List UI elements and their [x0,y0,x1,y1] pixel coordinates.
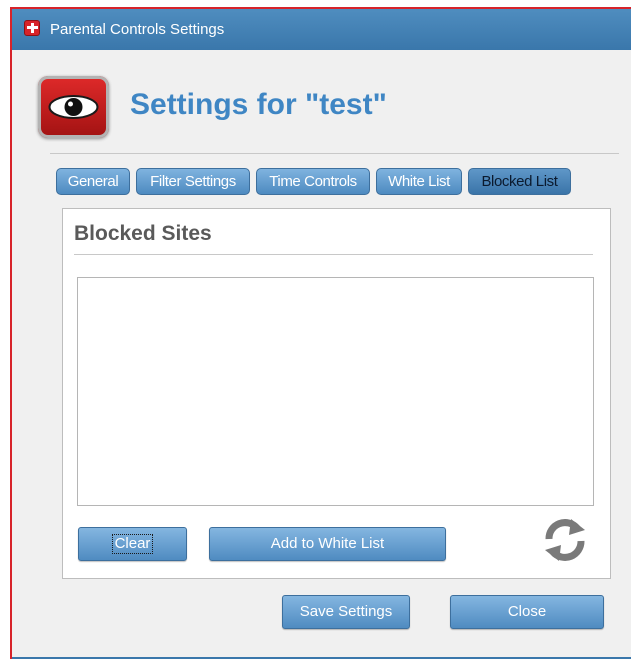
tab-general[interactable]: General [56,168,130,195]
title-bar[interactable]: Parental Controls Settings [12,9,631,50]
clear-button[interactable]: Clear [78,527,187,561]
panel-divider [74,254,593,255]
refresh-icon[interactable] [541,517,589,563]
header-divider [50,153,619,154]
blocked-sites-panel: Blocked Sites Clear Add to White List [62,208,611,579]
tab-white-list[interactable]: White List [376,168,462,195]
blocked-sites-list[interactable] [77,277,594,506]
tab-filter-settings[interactable]: Filter Settings [136,168,250,195]
close-button[interactable]: Close [450,595,604,629]
tab-time-controls[interactable]: Time Controls [256,168,370,195]
panel-title: Blocked Sites [74,222,212,245]
eye-logo-icon [38,76,109,138]
save-settings-button[interactable]: Save Settings [282,595,410,629]
app-icon [24,20,40,36]
settings-window: Parental Controls Settings Settings for … [10,7,631,659]
clear-button-label: Clear [111,534,154,554]
tab-blocked-list[interactable]: Blocked List [468,168,571,195]
window-content: Settings for "test" General Filter Setti… [12,50,631,659]
page-title: Settings for "test" [130,88,387,121]
window-title: Parental Controls Settings [50,21,225,38]
add-to-white-list-button[interactable]: Add to White List [209,527,446,561]
